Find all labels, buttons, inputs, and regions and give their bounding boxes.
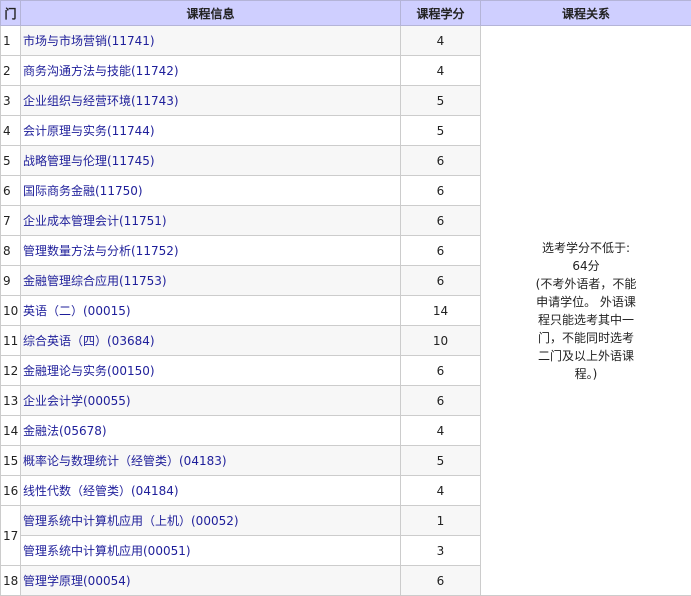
course-name-cell: 企业会计学(00055) — [20, 385, 401, 416]
row-number: 4 — [0, 115, 21, 146]
row-number: 5 — [0, 145, 21, 176]
course-name-cell: 国际商务金融(11750) — [20, 175, 401, 206]
course-link[interactable]: 管理学原理(00054) — [23, 574, 131, 588]
relation-line: (不考外语者，不能 — [535, 276, 637, 291]
course-name-cell: 市场与市场营销(11741) — [20, 25, 401, 56]
course-credit: 5 — [400, 85, 481, 116]
row-number: 12 — [0, 355, 21, 386]
header-relation: 课程关系 — [480, 0, 691, 26]
course-credit: 14 — [400, 295, 481, 326]
header-row: 门 课程信息 课程学分 课程关系 — [0, 0, 691, 26]
course-link[interactable]: 管理数量方法与分析(11752) — [23, 244, 179, 258]
course-name-cell: 金融理论与实务(00150) — [20, 355, 401, 386]
row-number: 18 — [0, 565, 21, 596]
row-number: 3 — [0, 85, 21, 116]
course-link[interactable]: 综合英语（四）(03684) — [23, 334, 155, 348]
course-credit: 4 — [400, 55, 481, 86]
row-number: 16 — [0, 475, 21, 506]
relation-line: 程。) — [574, 366, 598, 381]
table-row: 1 市场与市场营销(11741) 4 选考学分不低于: 64分 (不考外语者，不… — [0, 25, 691, 596]
course-name-cell: 商务沟通方法与技能(11742) — [20, 55, 401, 86]
relation-note: 选考学分不低于: 64分 (不考外语者，不能 申请学位。 外语课 程只能选考其中… — [480, 25, 691, 596]
course-name-cell: 管理数量方法与分析(11752) — [20, 235, 401, 266]
header-credit: 课程学分 — [400, 0, 481, 26]
row-number: 15 — [0, 445, 21, 476]
row-number: 9 — [0, 265, 21, 296]
course-link[interactable]: 企业成本管理会计(11751) — [23, 214, 167, 228]
course-name-cell: 概率论与数理统计（经管类）(04183) — [20, 445, 401, 476]
course-name-cell: 企业成本管理会计(11751) — [20, 205, 401, 236]
course-name-cell: 管理系统中计算机应用(00051) — [20, 535, 401, 566]
course-credit: 6 — [400, 385, 481, 416]
course-link[interactable]: 企业会计学(00055) — [23, 394, 131, 408]
relation-line: 门，不能同时选考 — [537, 330, 634, 345]
course-name-cell: 金融法(05678) — [20, 415, 401, 446]
course-link[interactable]: 企业组织与经营环境(11743) — [23, 94, 179, 108]
course-credit: 6 — [400, 565, 481, 596]
header-num: 门 — [0, 0, 21, 26]
course-credit: 6 — [400, 235, 481, 266]
course-name-cell: 金融管理综合应用(11753) — [20, 265, 401, 296]
course-name-cell: 线性代数（经管类）(04184) — [20, 475, 401, 506]
course-credit: 6 — [400, 145, 481, 176]
row-number: 7 — [0, 205, 21, 236]
row-number: 6 — [0, 175, 21, 206]
course-link[interactable]: 国际商务金融(11750) — [23, 184, 143, 198]
course-link[interactable]: 管理系统中计算机应用（上机）(00052) — [23, 514, 239, 528]
course-credit: 5 — [400, 445, 481, 476]
relation-line: 64分 — [572, 258, 600, 273]
course-link[interactable]: 金融法(05678) — [23, 424, 107, 438]
course-name-cell: 英语（二）(00015) — [20, 295, 401, 326]
course-table: 门 课程信息 课程学分 课程关系 1 市场与市场营销(11741) 4 选考学分… — [0, 0, 691, 596]
course-credit: 1 — [400, 505, 481, 536]
course-name-cell: 企业组织与经营环境(11743) — [20, 85, 401, 116]
course-credit: 6 — [400, 175, 481, 206]
row-number: 1 — [0, 25, 21, 56]
course-name-cell: 会计原理与实务(11744) — [20, 115, 401, 146]
relation-line: 选考学分不低于: — [541, 240, 631, 255]
row-number: 10 — [0, 295, 21, 326]
course-name-cell: 综合英语（四）(03684) — [20, 325, 401, 356]
relation-line: 二门及以上外语课 — [537, 348, 634, 363]
course-credit: 4 — [400, 475, 481, 506]
relation-line: 程只能选考其中一 — [537, 312, 634, 327]
course-credit: 6 — [400, 265, 481, 296]
course-name-cell: 管理学原理(00054) — [20, 565, 401, 596]
row-number: 13 — [0, 385, 21, 416]
course-link[interactable]: 商务沟通方法与技能(11742) — [23, 64, 179, 78]
row-number: 2 — [0, 55, 21, 86]
course-credit: 4 — [400, 25, 481, 56]
header-course-info: 课程信息 — [20, 0, 401, 26]
course-link[interactable]: 英语（二）(00015) — [23, 304, 131, 318]
row-number: 17 — [0, 505, 21, 566]
course-credit: 3 — [400, 535, 481, 566]
course-credit: 10 — [400, 325, 481, 356]
course-link[interactable]: 概率论与数理统计（经管类）(04183) — [23, 454, 227, 468]
row-number: 14 — [0, 415, 21, 446]
row-number: 11 — [0, 325, 21, 356]
course-link[interactable]: 金融管理综合应用(11753) — [23, 274, 167, 288]
course-link[interactable]: 战略管理与伦理(11745) — [23, 154, 155, 168]
course-name-cell: 战略管理与伦理(11745) — [20, 145, 401, 176]
course-credit: 4 — [400, 415, 481, 446]
course-credit: 6 — [400, 355, 481, 386]
course-name-cell: 管理系统中计算机应用（上机）(00052) — [20, 505, 401, 536]
course-credit: 5 — [400, 115, 481, 146]
course-link[interactable]: 管理系统中计算机应用(00051) — [23, 544, 191, 558]
row-number: 8 — [0, 235, 21, 266]
course-link[interactable]: 会计原理与实务(11744) — [23, 124, 155, 138]
course-link[interactable]: 金融理论与实务(00150) — [23, 364, 155, 378]
relation-line: 申请学位。 外语课 — [536, 294, 636, 309]
course-credit: 6 — [400, 205, 481, 236]
course-link[interactable]: 市场与市场营销(11741) — [23, 34, 155, 48]
course-link[interactable]: 线性代数（经管类）(04184) — [23, 484, 179, 498]
